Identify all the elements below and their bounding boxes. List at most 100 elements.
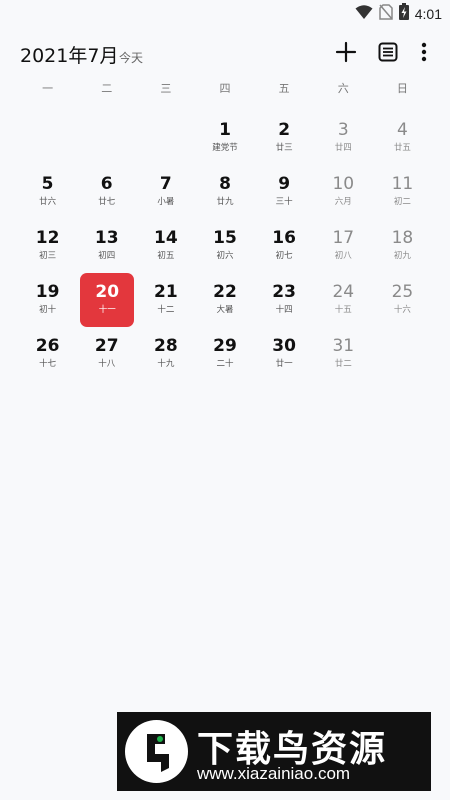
day-cell[interactable]: 7 小暑	[136, 167, 195, 221]
day-cell[interactable]: 8 廿九	[195, 167, 254, 221]
lunar-date: 十八	[98, 359, 116, 369]
lunar-date: 廿二	[334, 359, 352, 369]
day-number: 13	[94, 228, 119, 248]
calendar-header: 2021年7月 今天	[0, 36, 450, 72]
weekday-label: 六	[337, 82, 349, 95]
lunar-date: 十一	[98, 305, 116, 315]
day-number: 10	[332, 174, 355, 194]
day-cell[interactable]: 22 大暑	[195, 275, 254, 329]
day-cell[interactable]: 10 六月	[314, 167, 373, 221]
day-number: 31	[332, 336, 355, 356]
lunar-date: 十七	[39, 359, 57, 369]
month-title[interactable]: 2021年7月	[20, 41, 118, 68]
day-number: 28	[154, 336, 178, 356]
day-cell[interactable]: 5 廿六	[18, 167, 77, 221]
day-cell[interactable]: 13 初四	[77, 221, 136, 275]
day-number: 4	[397, 120, 408, 140]
day-number: 7	[159, 174, 172, 194]
day-cell[interactable]: 27 十八	[77, 329, 136, 383]
day-cell[interactable]: 19 初十	[18, 275, 77, 329]
today-button[interactable]: 今天	[119, 49, 143, 66]
day-number: 27	[94, 336, 119, 356]
day-cell[interactable]: 2 廿三	[255, 113, 314, 167]
lunar-date: 大暑	[216, 305, 234, 315]
weekday-label: 二	[101, 82, 113, 95]
lunar-date: 廿九	[216, 197, 234, 207]
day-number: 20	[95, 282, 120, 302]
day-number: 15	[213, 228, 237, 248]
day-cell[interactable]: 24 十五	[314, 275, 373, 329]
lunar-date: 初九	[393, 251, 411, 261]
weekday-label: 一	[42, 82, 54, 95]
lunar-date: 十五	[334, 305, 352, 315]
agenda-view-button[interactable]	[374, 40, 402, 68]
day-cell[interactable]: 25 十六	[373, 275, 432, 329]
day-cell[interactable]: 21 十二	[136, 275, 195, 329]
day-cell[interactable]: 17 初八	[314, 221, 373, 275]
more-options-button[interactable]	[410, 40, 438, 68]
month-grid: 1 建党节 2 廿三 3 廿四 4 廿五 5 廿六 6 廿七 7 小暑 8 廿九 9 三十 10 六月 11 初二 12 初三…	[18, 113, 432, 383]
lunar-date: 初二	[393, 197, 411, 207]
lunar-date: 廿一	[275, 359, 293, 369]
day-cell[interactable]: 11 初二	[373, 167, 432, 221]
day-number: 12	[35, 228, 60, 248]
day-cell[interactable]: 23 十四	[255, 275, 314, 329]
day-number: 24	[332, 282, 355, 302]
day-cell[interactable]: 3 廿四	[314, 113, 373, 167]
day-number: 29	[213, 336, 237, 356]
day-number: 26	[35, 336, 60, 356]
lunar-date: 初八	[334, 251, 352, 261]
day-number: 30	[272, 336, 296, 356]
day-number: 9	[278, 174, 291, 194]
day-cell-selected[interactable]: 20 十一	[80, 273, 135, 327]
empty-day-cell	[136, 113, 195, 167]
empty-day-cell	[18, 113, 77, 167]
day-cell[interactable]: 29 二十	[195, 329, 254, 383]
watermark-logo	[125, 720, 188, 783]
day-cell[interactable]: 18 初九	[373, 221, 432, 275]
day-cell[interactable]: 30 廿一	[255, 329, 314, 383]
day-number: 6	[100, 174, 113, 194]
day-number: 14	[154, 228, 178, 248]
add-event-button[interactable]	[332, 40, 360, 68]
day-number: 5	[41, 174, 54, 194]
day-number: 23	[272, 282, 296, 302]
day-cell[interactable]: 31 廿二	[314, 329, 373, 383]
lunar-date: 廿六	[39, 197, 57, 207]
day-number: 17	[332, 228, 355, 248]
day-cell[interactable]: 9 三十	[255, 167, 314, 221]
day-number: 19	[35, 282, 60, 302]
lunar-date: 初五	[157, 251, 175, 261]
day-cell[interactable]: 16 初七	[255, 221, 314, 275]
day-number: 8	[219, 174, 231, 194]
lunar-date: 建党节	[212, 143, 238, 153]
day-cell[interactable]: 26 十七	[18, 329, 77, 383]
day-number: 11	[391, 174, 414, 194]
day-cell[interactable]: 28 十九	[136, 329, 195, 383]
lunar-date: 初四	[98, 251, 116, 261]
lunar-date: 初七	[275, 251, 293, 261]
empty-day-cell	[77, 113, 136, 167]
day-cell[interactable]: 15 初六	[195, 221, 254, 275]
day-cell[interactable]: 14 初五	[136, 221, 195, 275]
lunar-date: 廿七	[98, 197, 116, 207]
watermark-banner: 下载鸟资源 www.xiazainiao.com	[117, 712, 431, 791]
add-icon	[335, 41, 357, 67]
lunar-date: 廿四	[334, 143, 352, 153]
day-number: 3	[337, 120, 349, 140]
day-number: 16	[272, 228, 296, 248]
lunar-date: 廿五	[393, 143, 411, 153]
day-number: 1	[219, 120, 231, 140]
weekday-label: 三	[160, 82, 172, 95]
day-number: 25	[391, 282, 414, 302]
day-cell[interactable]: 4 廿五	[373, 113, 432, 167]
day-cell[interactable]: 12 初三	[18, 221, 77, 275]
lunar-date: 十九	[157, 359, 175, 369]
day-number: 18	[391, 228, 414, 248]
list-icon	[378, 42, 398, 66]
lunar-date: 十二	[157, 305, 175, 315]
lunar-date: 二十	[216, 359, 234, 369]
day-cell[interactable]: 6 廿七	[77, 167, 136, 221]
weekday-label: 日	[396, 82, 408, 95]
day-cell[interactable]: 1 建党节	[195, 113, 254, 167]
